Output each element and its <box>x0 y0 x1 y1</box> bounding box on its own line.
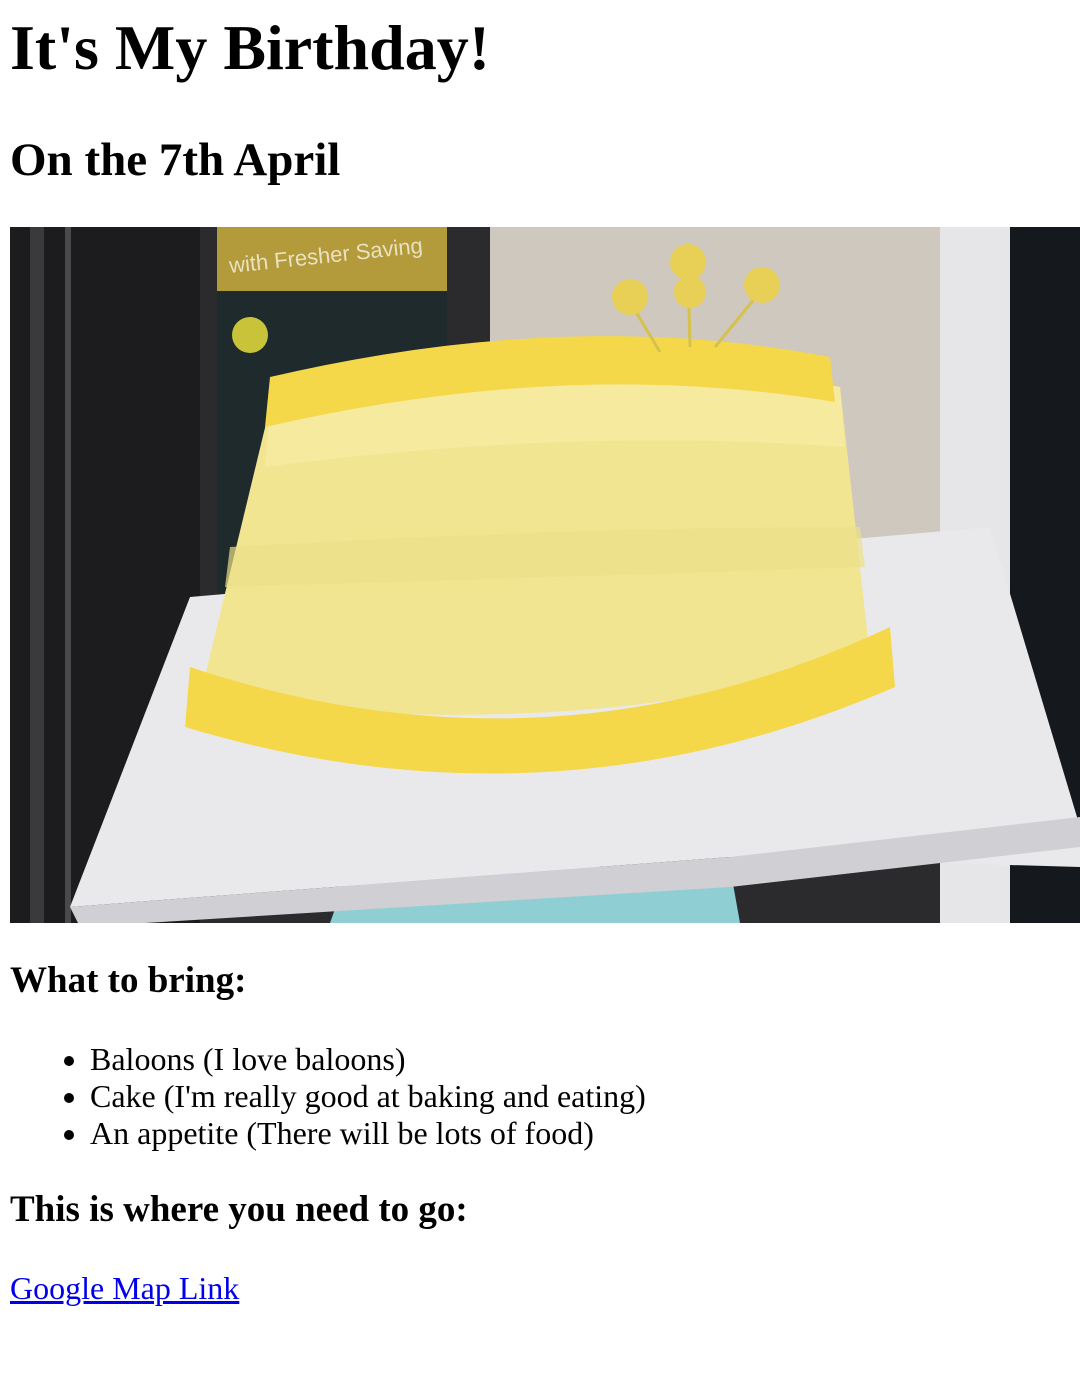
bring-list: Baloons (I love baloons) Cake (I'm reall… <box>10 1041 1070 1152</box>
what-to-bring-heading: What to bring: <box>10 960 247 1001</box>
google-map-link[interactable]: Google Map Link <box>10 1270 239 1306</box>
page-title: It's My Birthday! <box>10 12 490 83</box>
list-item: Cake (I'm really good at baking and eati… <box>90 1078 1070 1115</box>
list-item: An appetite (There will be lots of food) <box>90 1115 1070 1152</box>
date-heading: On the 7th April <box>10 134 341 186</box>
cake-photo: with Fresher Saving <box>10 227 1080 923</box>
directions-heading: This is where you need to go: <box>10 1189 468 1230</box>
list-item: Baloons (I love baloons) <box>90 1041 1070 1078</box>
link-paragraph: Google Map Link <box>10 1270 1070 1307</box>
